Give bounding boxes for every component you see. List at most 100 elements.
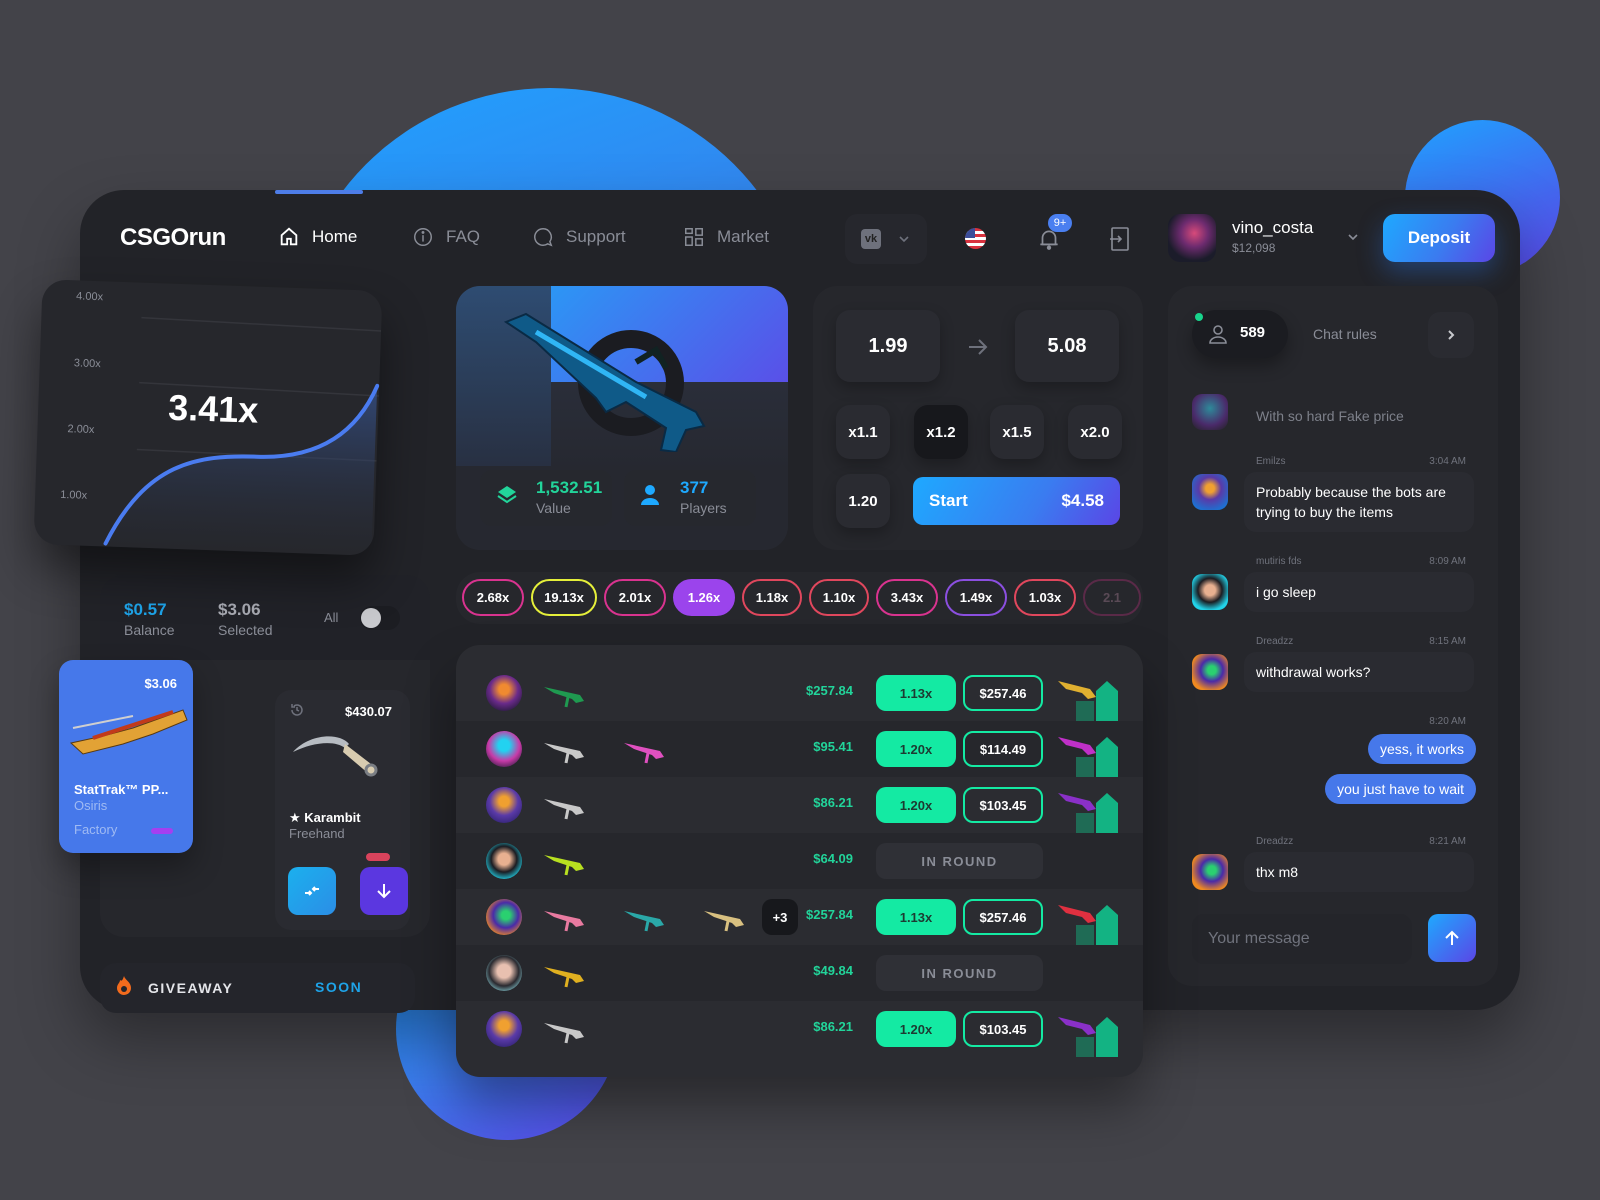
quick-multiplier-button[interactable]: x2.0 [1068, 405, 1122, 459]
user-avatar[interactable] [1168, 214, 1216, 262]
history-multiplier-pill[interactable]: 1.18x [742, 579, 802, 616]
layers-icon [497, 486, 517, 504]
inventory-item-selected[interactable]: $3.06 StatTrak™ PP... Osiris Factory [59, 660, 193, 853]
quick-multiplier-button[interactable]: x1.1 [836, 405, 890, 459]
bet-amount: $95.41 [813, 739, 853, 754]
nav-faq[interactable]: FAQ [412, 226, 480, 248]
own-message: yess, it works [1367, 734, 1476, 764]
balance-value: $0.57 [124, 600, 167, 619]
history-multiplier-pill[interactable]: 1.26x [673, 579, 735, 616]
history-multiplier-pill[interactable]: 19.13x [531, 579, 597, 616]
y-tick-label: 1.00x [59, 488, 88, 502]
chat-bubble-icon [534, 228, 553, 247]
skin-image [544, 855, 584, 876]
nav-market[interactable]: Market [683, 226, 769, 248]
history-multiplier-pill[interactable]: 2.68x [462, 579, 524, 616]
skin-image [544, 687, 584, 708]
bet-row: $64.09 IN ROUND [456, 833, 1143, 889]
bet-amount: $49.84 [813, 963, 853, 978]
prize-skin-image [1058, 793, 1096, 811]
player-avatar[interactable] [486, 899, 522, 935]
bets-table: $257.84 1.13x $257.46 $95.41 1.20x $114.49 $86… [456, 645, 1143, 1077]
chat-message: Probably because the bots are trying to … [1244, 472, 1474, 532]
send-button[interactable] [1428, 914, 1476, 962]
auto-cashout-input[interactable]: 1.20 [836, 474, 890, 528]
history-multiplier-pill[interactable]: 2.01x [604, 579, 666, 616]
y-tick-label: 3.00x [73, 357, 101, 371]
player-avatar[interactable] [486, 1011, 522, 1047]
chevron-right-icon [1448, 330, 1455, 340]
rarity-indicator [151, 828, 173, 834]
multiplier-graph: 4.00x 3.00x 2.00x 1.00x 3.41x [33, 279, 383, 556]
selected-value: $3.06 [218, 600, 261, 619]
history-multiplier-pill[interactable]: 2.1 [1083, 579, 1141, 616]
skin-image [704, 911, 744, 932]
start-button[interactable]: Start $4.58 [913, 477, 1120, 525]
chat-message: thx m8 [1244, 852, 1474, 892]
chat-rules-link[interactable]: Chat rules [1313, 326, 1377, 342]
select-all-toggle[interactable] [360, 606, 400, 630]
fire-icon [117, 976, 131, 995]
message-input[interactable] [1192, 914, 1412, 964]
bet-amount-to[interactable]: 5.08 [1015, 310, 1119, 382]
item-price: $430.07 [345, 704, 392, 719]
in-round-status: IN ROUND [876, 955, 1043, 991]
bet-row: $257.84 1.13x $257.46 [456, 665, 1143, 721]
logout-icon[interactable] [1108, 226, 1132, 252]
online-count: 589 [1240, 324, 1266, 341]
social-select[interactable]: vk [845, 214, 927, 264]
player-avatar[interactable] [486, 787, 522, 823]
message-author: Dreadzz [1256, 836, 1294, 847]
cashout-multiplier: 1.20x [876, 787, 956, 823]
history-multiplier-pill[interactable]: 3.43x [876, 579, 938, 616]
cashout-multiplier: 1.13x [876, 899, 956, 935]
win-amount: $257.46 [963, 899, 1043, 935]
bet-amount: $86.21 [813, 1019, 853, 1034]
history-multiplier-pill[interactable]: 1.03x [1014, 579, 1076, 616]
extra-items-badge[interactable]: +3 [762, 899, 798, 935]
awp-skin-image [69, 709, 188, 755]
history-multiplier-pill[interactable]: 1.49x [945, 579, 1007, 616]
y-tick-label: 4.00x [75, 290, 104, 304]
cashout-multiplier: 1.20x [876, 731, 956, 767]
chat-rules-button[interactable] [1428, 312, 1474, 358]
giveaway-status: SOON [315, 979, 363, 995]
chat-message: With so hard Fake price [1256, 408, 1404, 424]
item-name: StatTrak™ PP... [74, 782, 169, 797]
player-avatar[interactable] [486, 675, 522, 711]
nav-home[interactable]: Home [278, 226, 357, 248]
history-icon [291, 704, 303, 716]
skin-image [544, 967, 584, 988]
online-status-dot [1195, 313, 1203, 321]
bet-amount: $257.84 [806, 907, 853, 922]
withdraw-button[interactable] [360, 867, 408, 915]
home-icon [280, 227, 298, 246]
prize-skin-image [1058, 737, 1096, 755]
active-nav-indicator [275, 190, 363, 194]
user-icon [641, 485, 659, 505]
message-time: 3:04 AM [1429, 456, 1466, 467]
online-count-pill: 589 [1192, 310, 1288, 358]
win-amount: $103.45 [963, 1011, 1043, 1047]
chevron-down-icon[interactable] [1346, 230, 1360, 244]
bet-amount-from[interactable]: 1.99 [836, 310, 940, 382]
us-flag-icon[interactable] [965, 228, 986, 249]
logo[interactable]: CSGOrun [120, 224, 226, 252]
quick-multiplier-button[interactable]: x1.2 [914, 405, 968, 459]
nav-faq-label: FAQ [446, 227, 481, 246]
quick-multiplier-button[interactable]: x1.5 [990, 405, 1044, 459]
player-avatar[interactable] [486, 955, 522, 991]
nav-support[interactable]: Support [532, 226, 626, 248]
bet-amount: $64.09 [813, 851, 853, 866]
message-avatar [1192, 654, 1228, 690]
player-avatar[interactable] [486, 843, 522, 879]
deposit-button[interactable]: Deposit [1383, 214, 1495, 262]
chevron-down-icon [899, 236, 909, 243]
multiplier-history: 2.68x 19.13x 2.01x 1.26x 1.18x 1.10x 3.43x 1.49… [456, 572, 1143, 624]
jackpot-card: 1,532.51 Value 377 Players [456, 286, 788, 550]
history-multiplier-pill[interactable]: 1.10x [809, 579, 869, 616]
player-avatar[interactable] [486, 731, 522, 767]
current-multiplier: 3.41x [167, 386, 260, 431]
exchange-button[interactable] [288, 867, 336, 915]
user-name[interactable]: vino_costa [1232, 218, 1313, 238]
